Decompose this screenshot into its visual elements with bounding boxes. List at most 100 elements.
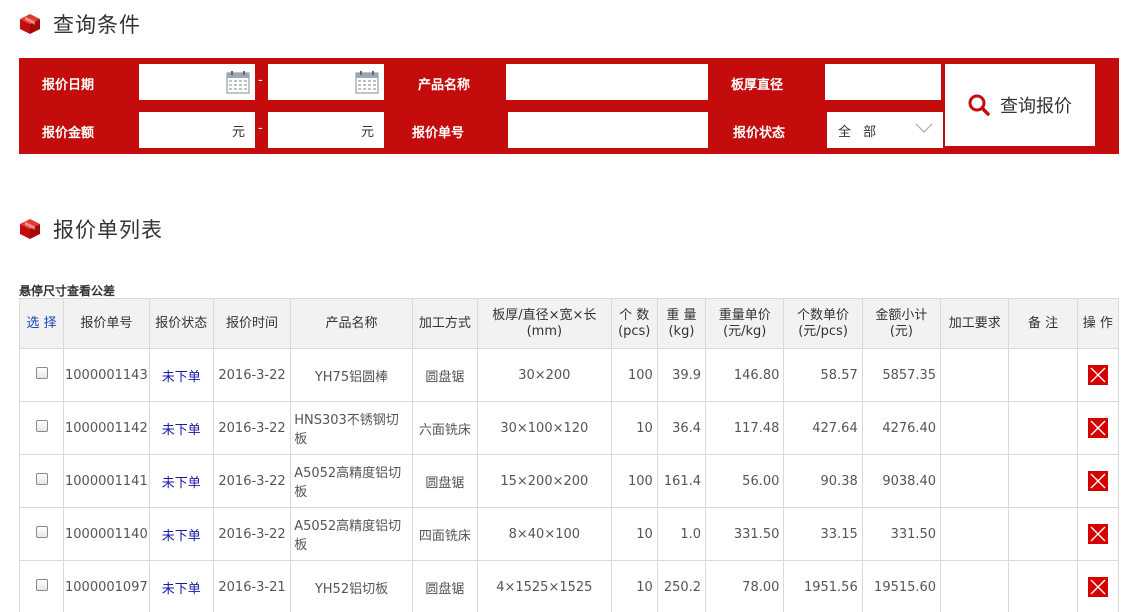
th-process: 加工方式 bbox=[411, 298, 479, 349]
cell-action bbox=[1076, 401, 1120, 455]
amount-to-input[interactable]: 元 bbox=[268, 112, 384, 148]
delete-icon[interactable] bbox=[1087, 524, 1108, 544]
table-row: 1000001143 未下单 2016-3-22 YH75铝圆棒 圆盘锯 30×… bbox=[18, 348, 1120, 402]
cell-weight-price: 331.50 bbox=[705, 507, 785, 561]
th-weight-price-line1: 重量单价 bbox=[718, 307, 771, 323]
cell-quote-time: 2016-3-22 bbox=[212, 348, 292, 402]
currency-unit: 元 bbox=[360, 125, 374, 140]
cell-requirement bbox=[940, 560, 1010, 612]
cell-note bbox=[1008, 401, 1078, 455]
row-select-cell bbox=[18, 454, 65, 508]
th-quote-status: 报价状态 bbox=[148, 298, 214, 349]
th-quantity: 个 数 (pcs) bbox=[610, 298, 658, 349]
calendar-icon[interactable] bbox=[355, 70, 379, 94]
product-name-input[interactable] bbox=[506, 64, 708, 100]
th-requirement: 加工要求 bbox=[940, 298, 1010, 349]
label-quote-status: 报价状态 bbox=[733, 126, 786, 141]
th-product-name: 产品名称 bbox=[290, 298, 413, 349]
cell-action bbox=[1076, 348, 1120, 402]
date-to-input[interactable] bbox=[268, 64, 384, 100]
cell-weight: 36.4 bbox=[656, 401, 707, 455]
row-checkbox[interactable] bbox=[35, 473, 48, 485]
status-select-value: 全 部 bbox=[838, 125, 881, 140]
cell-product-name: YH75铝圆棒 bbox=[290, 348, 413, 402]
calendar-icon[interactable] bbox=[226, 70, 250, 94]
thickness-input[interactable] bbox=[825, 64, 941, 100]
th-quote-time: 报价时间 bbox=[212, 298, 292, 349]
th-select[interactable]: 选 择 bbox=[18, 298, 65, 349]
cell-weight: 1.0 bbox=[656, 507, 707, 561]
row-select-cell bbox=[18, 401, 65, 455]
cell-size[interactable]: 8×40×100 bbox=[477, 507, 612, 561]
quote-number-input[interactable] bbox=[508, 112, 708, 148]
delete-icon[interactable] bbox=[1087, 577, 1108, 597]
cell-quote-time: 2016-3-22 bbox=[212, 507, 292, 561]
cell-requirement bbox=[940, 348, 1010, 402]
row-checkbox[interactable] bbox=[35, 579, 48, 591]
cell-quote-status[interactable]: 未下单 bbox=[148, 560, 214, 612]
th-weight: 重 量 (kg) bbox=[656, 298, 707, 349]
label-quote-number: 报价单号 bbox=[412, 126, 465, 141]
cell-unit-price: 33.15 bbox=[783, 507, 863, 561]
cell-size[interactable]: 15×200×200 bbox=[477, 454, 612, 508]
label-thickness: 板厚直径 bbox=[731, 78, 784, 93]
delete-icon[interactable] bbox=[1087, 418, 1108, 438]
cell-weight-price: 56.00 bbox=[705, 454, 785, 508]
cell-note bbox=[1008, 560, 1078, 612]
row-checkbox[interactable] bbox=[35, 420, 48, 432]
status-select[interactable]: 全 部 bbox=[827, 112, 943, 148]
th-weight-price-line2: (元/kg) bbox=[723, 323, 767, 339]
cell-quote-status[interactable]: 未下单 bbox=[148, 454, 214, 508]
row-checkbox[interactable] bbox=[35, 526, 48, 538]
cell-product-name: YH52铝切板 bbox=[290, 560, 413, 612]
th-quote-number: 报价单号 bbox=[63, 298, 150, 349]
date-range-dash: - bbox=[258, 73, 263, 88]
cell-quote-time: 2016-3-21 bbox=[212, 560, 292, 612]
row-checkbox[interactable] bbox=[35, 367, 48, 379]
cell-process: 圆盘锯 bbox=[411, 348, 479, 402]
cell-quote-status[interactable]: 未下单 bbox=[148, 401, 214, 455]
cube-icon bbox=[20, 14, 40, 34]
cell-note bbox=[1008, 507, 1078, 561]
query-section-title: 查询条件 bbox=[19, 9, 141, 39]
cell-size[interactable]: 4×1525×1525 bbox=[477, 560, 612, 612]
list-title-text: 报价单列表 bbox=[53, 218, 163, 242]
cell-quote-number: 1000001143 bbox=[63, 348, 150, 402]
th-unit-price-line2: (元/pcs) bbox=[798, 323, 848, 339]
cell-weight: 161.4 bbox=[656, 454, 707, 508]
search-quote-button[interactable]: 查询报价 bbox=[945, 64, 1095, 146]
cell-unit-price: 1951.56 bbox=[783, 560, 863, 612]
cell-requirement bbox=[940, 401, 1010, 455]
cell-quote-number: 1000001140 bbox=[63, 507, 150, 561]
th-subtotal: 金额小计 (元) bbox=[861, 298, 942, 349]
chevron-down-icon bbox=[915, 123, 933, 133]
cell-quantity: 10 bbox=[610, 560, 658, 612]
date-from-input[interactable] bbox=[139, 64, 255, 100]
th-note: 备 注 bbox=[1008, 298, 1078, 349]
cell-size[interactable]: 30×200 bbox=[477, 348, 612, 402]
label-quote-date: 报价日期 bbox=[42, 78, 95, 93]
cell-product-name: HNS303不锈钢切板 bbox=[290, 401, 413, 455]
cell-quote-number: 1000001141 bbox=[63, 454, 150, 508]
cell-requirement bbox=[940, 507, 1010, 561]
cell-weight-price: 146.80 bbox=[705, 348, 785, 402]
cell-subtotal: 4276.40 bbox=[861, 401, 942, 455]
delete-icon[interactable] bbox=[1087, 471, 1108, 491]
cell-process: 六面铣床 bbox=[411, 401, 479, 455]
amount-from-input[interactable]: 元 bbox=[139, 112, 255, 148]
cell-size[interactable]: 30×100×120 bbox=[477, 401, 612, 455]
table-row: 1000001140 未下单 2016-3-22 A5052高精度铝切板 四面铣… bbox=[18, 507, 1120, 561]
cell-quote-number: 1000001097 bbox=[63, 560, 150, 612]
label-product-name: 产品名称 bbox=[418, 78, 471, 93]
currency-unit: 元 bbox=[231, 125, 245, 140]
cell-weight: 39.9 bbox=[656, 348, 707, 402]
delete-icon[interactable] bbox=[1087, 365, 1108, 385]
cell-subtotal: 19515.60 bbox=[861, 560, 942, 612]
th-weight-price: 重量单价 (元/kg) bbox=[705, 298, 785, 349]
th-weight-line2: (kg) bbox=[668, 323, 695, 339]
tolerance-hint: 悬停尺寸查看公差 bbox=[19, 284, 116, 298]
th-action: 操 作 bbox=[1076, 298, 1120, 349]
cell-quote-status[interactable]: 未下单 bbox=[148, 348, 214, 402]
cell-quote-status[interactable]: 未下单 bbox=[148, 507, 214, 561]
cell-process: 四面铣床 bbox=[411, 507, 479, 561]
